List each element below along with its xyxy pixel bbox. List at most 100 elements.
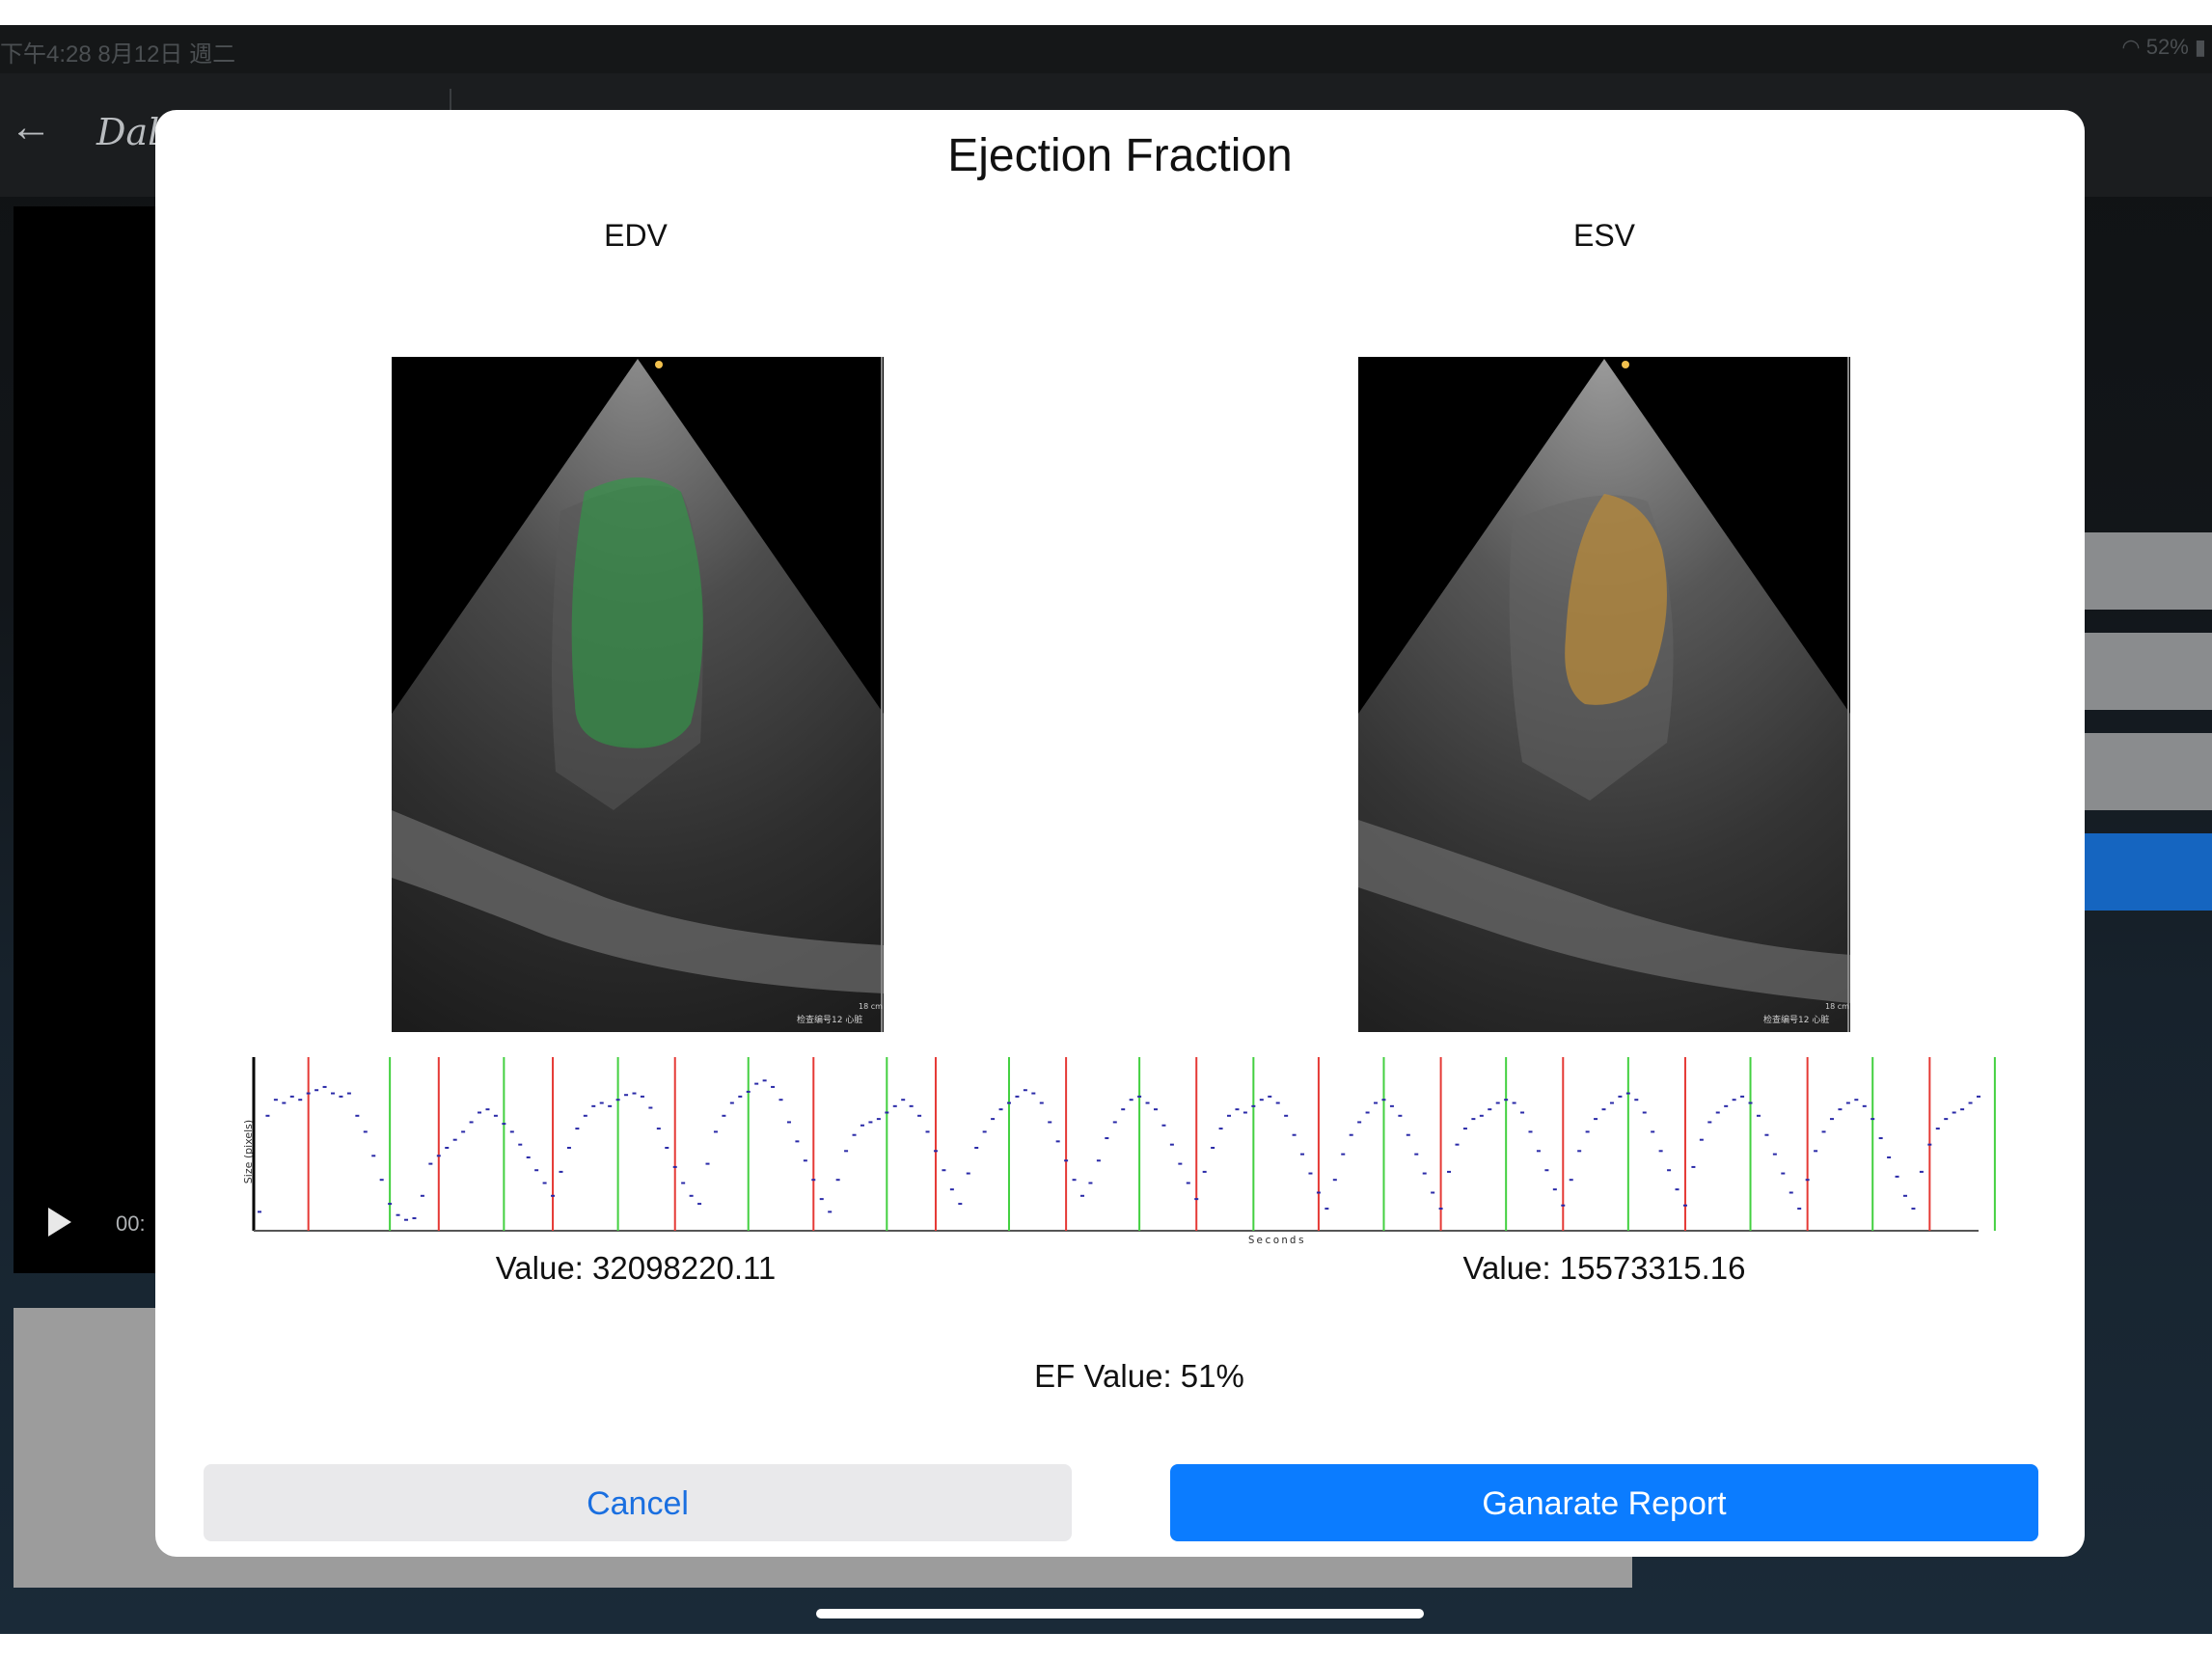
battery-icon: ▮ [2194, 35, 2206, 59]
trace-point [998, 1108, 1003, 1111]
trace-point [860, 1124, 864, 1127]
trace-point [518, 1143, 523, 1146]
trace-point [445, 1147, 450, 1149]
trace-point [689, 1194, 694, 1197]
trace-point [412, 1217, 417, 1220]
trace-point [1055, 1140, 1060, 1143]
trace-point [1789, 1191, 1793, 1194]
trace-point [991, 1118, 996, 1121]
trace-point [371, 1155, 376, 1157]
trace-point [1814, 1150, 1818, 1153]
trace-point [583, 1114, 587, 1117]
trace-point [1838, 1108, 1843, 1111]
trace-point [656, 1128, 661, 1130]
trace-point [835, 1179, 840, 1182]
trace-point [1919, 1170, 1924, 1173]
trace-point [1316, 1191, 1321, 1194]
trace-point [1268, 1095, 1272, 1098]
trace-point [640, 1095, 644, 1098]
trace-point [1031, 1092, 1036, 1095]
trace-point [933, 1150, 938, 1153]
trace-point [1161, 1124, 1166, 1127]
trace-point [1186, 1182, 1190, 1184]
trace-point [591, 1104, 596, 1107]
trace-point [729, 1101, 734, 1104]
trace-point [1691, 1165, 1696, 1168]
trace-point [1512, 1101, 1516, 1104]
trace-point [1829, 1118, 1834, 1121]
trace-point [1006, 1101, 1011, 1104]
trace-point [949, 1188, 954, 1191]
trace-point [1381, 1099, 1386, 1101]
trace-point [1259, 1099, 1264, 1101]
trace-point [469, 1121, 474, 1124]
trace-point [1968, 1101, 1973, 1104]
trace-point [1748, 1101, 1753, 1104]
back-arrow-icon[interactable]: ← [10, 104, 56, 150]
trace-point [559, 1170, 563, 1173]
trace-point [1699, 1138, 1704, 1141]
trace-point [493, 1114, 498, 1117]
video-time: 00: [116, 1211, 146, 1236]
ejection-fraction-dialog: Ejection Fraction EDV ESV 检查编号12 心脏 18 c… [155, 110, 2085, 1557]
trace-point [1667, 1169, 1672, 1172]
trace-point [322, 1085, 327, 1088]
trace-point [925, 1130, 930, 1133]
home-indicator[interactable] [816, 1609, 1424, 1618]
trace-point [746, 1090, 751, 1093]
side-tab-active[interactable] [2084, 833, 2212, 911]
generate-report-button[interactable]: Ganarate Report [1170, 1464, 2038, 1541]
status-bar [0, 25, 2212, 73]
trace-point [1455, 1143, 1460, 1146]
trace-point [1112, 1121, 1117, 1124]
trace-point [396, 1213, 400, 1216]
trace-point [917, 1114, 922, 1117]
trace-point [1707, 1121, 1712, 1124]
edv-value: Value: 32098220.11 [495, 1250, 777, 1286]
edv-label: EDV [604, 218, 668, 253]
trace-point [339, 1095, 343, 1098]
trace-point [1422, 1172, 1427, 1175]
edv-depth: 18 cm [859, 1002, 883, 1011]
trace-point [1284, 1114, 1289, 1117]
trace-point [803, 1159, 807, 1162]
play-icon[interactable] [48, 1208, 71, 1237]
trace-point [1520, 1111, 1525, 1114]
trace-point [1772, 1153, 1777, 1156]
trace-point [1577, 1150, 1582, 1153]
side-tab-2[interactable] [2084, 633, 2212, 710]
trace-point [1642, 1111, 1647, 1114]
trace-point [1137, 1095, 1142, 1098]
edv-ultrasound: 检查编号12 心脏 18 cm [392, 357, 884, 1032]
trace-point [795, 1140, 800, 1143]
battery-percent: 52% [2145, 35, 2189, 59]
cancel-button[interactable]: Cancel [204, 1464, 1072, 1541]
trace-point [1471, 1118, 1476, 1121]
trace-point [1495, 1101, 1500, 1104]
video-player[interactable] [14, 206, 158, 1273]
trace-point [819, 1198, 824, 1201]
trace-point [615, 1099, 620, 1101]
trace-point [306, 1092, 311, 1095]
trace-point [876, 1118, 881, 1121]
esv-caption: 检查编号12 心脏 [1763, 1014, 1829, 1025]
trace-point [811, 1179, 816, 1182]
trace-point [974, 1147, 979, 1149]
trace-point [1438, 1208, 1443, 1210]
trace-point [1129, 1099, 1133, 1101]
trace-point [502, 1123, 506, 1126]
trace-point [1211, 1147, 1215, 1149]
wifi-icon: ◠ [2121, 35, 2141, 59]
trace-point [1079, 1194, 1084, 1197]
trace-point [1740, 1095, 1745, 1098]
trace-point [1121, 1108, 1126, 1111]
trace-point [713, 1130, 718, 1133]
trace-point [1911, 1208, 1916, 1210]
side-tab-3[interactable] [2084, 733, 2212, 810]
trace-point [1977, 1095, 1980, 1098]
trace-point [485, 1108, 490, 1111]
esv-value: Value: 15573315.16 [1462, 1250, 1746, 1286]
trace-point [599, 1101, 604, 1104]
trace-point [1504, 1099, 1509, 1101]
side-tab-1[interactable] [2084, 532, 2212, 610]
